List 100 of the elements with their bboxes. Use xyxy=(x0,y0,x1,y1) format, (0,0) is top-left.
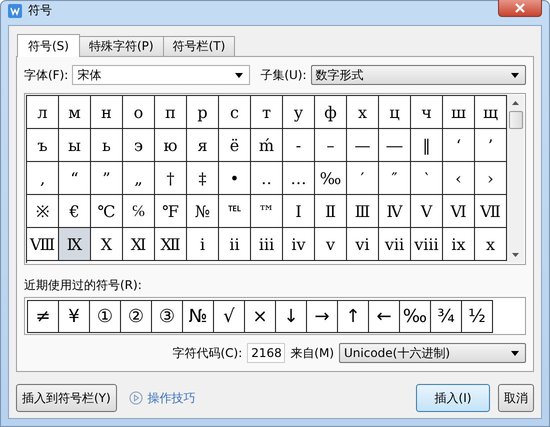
close-button[interactable] xyxy=(498,0,542,17)
symbol-cell[interactable]: ъ xyxy=(27,129,59,162)
symbol-cell[interactable]: Ⅸ xyxy=(59,228,91,261)
recent-symbol-cell[interactable]: → xyxy=(307,301,338,333)
recent-symbol-cell[interactable]: × xyxy=(245,301,276,333)
symbol-cell[interactable]: • xyxy=(219,162,251,195)
symbol-cell[interactable]: Ⅹ xyxy=(91,228,123,261)
symbol-cell[interactable]: Ⅵ xyxy=(443,195,475,228)
char-code-field[interactable]: 2168 xyxy=(247,343,286,363)
symbol-cell[interactable]: т xyxy=(251,96,283,129)
symbol-cell[interactable]: ⅷ xyxy=(411,228,443,261)
symbol-cell[interactable]: я xyxy=(187,129,219,162)
scroll-thumb[interactable] xyxy=(508,111,522,129)
symbol-cell[interactable]: ‰ xyxy=(315,162,347,195)
subset-dropdown[interactable]: 数字形式 xyxy=(310,65,526,85)
symbol-cell[interactable]: ⅵ xyxy=(347,228,379,261)
symbol-cell[interactable]: ‘ xyxy=(443,129,475,162)
symbol-cell[interactable]: ※ xyxy=(27,195,59,228)
symbol-cell[interactable]: „ xyxy=(123,162,155,195)
symbol-cell[interactable]: Ⅰ xyxy=(283,195,315,228)
symbol-cell[interactable]: ‖ xyxy=(411,129,443,162)
symbol-cell[interactable]: “ xyxy=(59,162,91,195)
tips-link[interactable]: 操作技巧 xyxy=(128,390,196,406)
symbol-cell[interactable]: ⅶ xyxy=(379,228,411,261)
recent-symbol-cell[interactable]: ← xyxy=(369,301,400,333)
symbol-cell[interactable]: – xyxy=(315,129,347,162)
symbol-cell[interactable]: … xyxy=(283,162,315,195)
symbol-cell[interactable]: м xyxy=(59,96,91,129)
symbol-cell[interactable]: э xyxy=(123,129,155,162)
symbol-cell[interactable]: ь xyxy=(91,129,123,162)
symbol-cell[interactable]: у xyxy=(283,96,315,129)
symbol-cell[interactable]: ы xyxy=(59,129,91,162)
encoding-dropdown[interactable]: Unicode(十六进制) xyxy=(339,343,526,363)
symbol-cell[interactable]: о xyxy=(123,96,155,129)
symbol-cell[interactable]: ‥ xyxy=(251,162,283,195)
symbol-cell[interactable]: Ⅲ xyxy=(347,195,379,228)
recent-symbol-cell[interactable]: ↑ xyxy=(338,301,369,333)
symbol-cell[interactable]: ḿ xyxy=(251,129,283,162)
symbol-cell[interactable]: ′ xyxy=(347,162,379,195)
symbol-cell[interactable]: — xyxy=(347,129,379,162)
tab[interactable]: 特殊字符(P) xyxy=(78,36,164,56)
recent-symbol-cell[interactable]: ¥ xyxy=(59,301,90,333)
tab[interactable]: 符号栏(T) xyxy=(162,36,236,56)
symbol-cell[interactable]: Ⅺ xyxy=(123,228,155,261)
symbol-cell[interactable]: Ⅻ xyxy=(155,228,187,261)
symbol-cell[interactable]: н xyxy=(91,96,123,129)
symbol-cell[interactable]: ‚ xyxy=(27,162,59,195)
scroll-bar[interactable] xyxy=(507,95,524,263)
symbol-cell[interactable]: ё xyxy=(219,129,251,162)
symbol-cell[interactable]: л xyxy=(27,96,59,129)
symbol-cell[interactable]: ⅸ xyxy=(443,228,475,261)
recent-symbol-cell[interactable]: ② xyxy=(121,301,152,333)
recent-symbol-cell[interactable]: ↓ xyxy=(276,301,307,333)
symbol-cell[interactable]: Ⅴ xyxy=(411,195,443,228)
recent-symbol-cell[interactable]: № xyxy=(183,301,214,333)
symbol-cell[interactable]: ″ xyxy=(379,162,411,195)
symbol-cell[interactable]: с xyxy=(219,96,251,129)
symbol-cell[interactable]: ™ xyxy=(251,195,283,228)
symbol-cell[interactable]: Ⅱ xyxy=(315,195,347,228)
symbol-cell[interactable]: ℅ xyxy=(123,195,155,228)
symbol-cell[interactable]: ‡ xyxy=(187,162,219,195)
symbol-cell[interactable]: ч xyxy=(411,96,443,129)
insert-button[interactable]: 插入(I) xyxy=(416,384,490,412)
close-icon xyxy=(515,2,525,12)
symbol-cell[interactable]: ц xyxy=(379,96,411,129)
tab[interactable]: 符号(S) xyxy=(17,34,80,57)
symbol-cell[interactable]: р xyxy=(187,96,219,129)
symbol-cell[interactable]: ” xyxy=(91,162,123,195)
recent-symbol-cell[interactable]: ③ xyxy=(152,301,183,333)
recent-symbol-cell[interactable]: ① xyxy=(90,301,121,333)
symbol-cell[interactable]: Ⅳ xyxy=(379,195,411,228)
symbol-cell[interactable]: ‐ xyxy=(283,129,315,162)
symbol-cell[interactable]: † xyxy=(155,162,187,195)
font-dropdown[interactable]: 宋体 xyxy=(72,65,250,85)
symbol-cell[interactable]: п xyxy=(155,96,187,129)
symbol-cell[interactable]: ℡ xyxy=(219,195,251,228)
symbol-cell[interactable]: ℉ xyxy=(155,195,187,228)
symbol-cell[interactable]: № xyxy=(187,195,219,228)
symbol-cell[interactable]: х xyxy=(347,96,379,129)
scroll-up-icon[interactable] xyxy=(512,101,519,105)
symbol-cell[interactable]: ― xyxy=(379,129,411,162)
symbol-cell[interactable]: ⅰ xyxy=(187,228,219,261)
recent-symbol-cell[interactable]: ¾ xyxy=(431,301,462,333)
symbol-cell[interactable]: ф xyxy=(315,96,347,129)
symbol-cell[interactable]: ⅳ xyxy=(283,228,315,261)
symbol-cell[interactable]: ⅴ xyxy=(315,228,347,261)
recent-symbol-cell[interactable]: ≠ xyxy=(28,301,59,333)
symbol-cell[interactable]: ‹ xyxy=(443,162,475,195)
symbol-cell[interactable]: ⅲ xyxy=(251,228,283,261)
recent-symbol-cell[interactable]: ‰ xyxy=(400,301,431,333)
symbol-cell[interactable]: ℃ xyxy=(91,195,123,228)
dialog-button[interactable]: 插入到符号栏(Y) xyxy=(16,384,117,412)
dialog-button[interactable]: 取消 xyxy=(498,384,534,412)
symbol-cell[interactable]: ⅱ xyxy=(219,228,251,261)
symbol-cell[interactable]: ‵ xyxy=(411,162,443,195)
scroll-down-icon[interactable] xyxy=(512,253,519,257)
symbol-cell[interactable]: ю xyxy=(155,129,187,162)
recent-symbol-cell[interactable]: √ xyxy=(214,301,245,333)
recent-symbol-cell[interactable]: ½ xyxy=(462,301,493,333)
symbol-cell[interactable]: ш xyxy=(443,96,475,129)
